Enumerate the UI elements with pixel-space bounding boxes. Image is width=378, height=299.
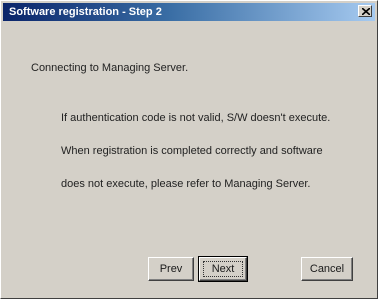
close-icon — [362, 8, 370, 15]
title-bar[interactable]: Software registration - Step 2 — [3, 3, 375, 21]
window-title: Software registration - Step 2 — [9, 6, 162, 18]
prev-button[interactable]: Prev — [148, 257, 194, 281]
cancel-button-label: Cancel — [309, 262, 345, 275]
close-button[interactable] — [358, 5, 372, 17]
auth-info-text-line1: If authentication code is not valid, S/W… — [61, 112, 331, 124]
auth-info-text-line3: does not execute, please refer to Managi… — [61, 178, 311, 190]
registration-dialog: Software registration - Step 2 Connectin… — [0, 0, 378, 299]
next-button-label: Next — [211, 262, 235, 275]
next-button[interactable]: Next — [198, 256, 248, 282]
connecting-status-text: Connecting to Managing Server. — [31, 62, 189, 74]
cancel-button[interactable]: Cancel — [301, 257, 353, 281]
auth-info-text-line2: When registration is completed correctly… — [61, 145, 323, 157]
prev-button-label: Prev — [159, 262, 183, 275]
